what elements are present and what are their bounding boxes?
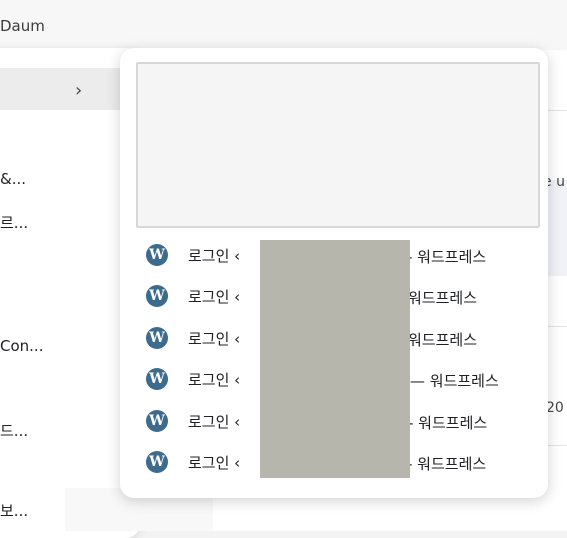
wordpress-icon: W: [146, 451, 168, 473]
submenu-item-suffix: - 워드프레스: [407, 455, 487, 473]
submenu-item-suffix: - 워드프레스: [407, 248, 487, 266]
context-menu: › &... 르... Con... 드... 보...: [0, 48, 140, 538]
wordpress-icon: W: [146, 285, 168, 307]
context-menu-item[interactable]: Con...: [0, 337, 43, 355]
submenu-item-label: 로그인 ‹: [188, 453, 241, 472]
context-menu-item[interactable]: 드...: [0, 420, 28, 441]
wordpress-icon: W: [146, 410, 168, 432]
submenu-item-suffix: — 워드프레스: [410, 372, 499, 390]
submenu-item-suffix: 워드프레스: [408, 289, 478, 307]
submenu-item-label: 로그인 ‹: [188, 370, 241, 389]
context-menu-item[interactable]: &...: [0, 170, 26, 188]
bookmark-daum[interactable]: Daum: [0, 17, 45, 35]
chevron-right-icon: ›: [75, 80, 83, 101]
submenu-item-label: 로그인 ‹: [188, 329, 241, 348]
submenu-item-label: 로그인 ‹: [188, 287, 241, 306]
submenu-item-suffix: - 워드프레스: [408, 414, 488, 432]
background-text: 20: [546, 400, 564, 416]
submenu: W 로그인 ‹ - 워드프레스 W 로그인 ‹ 워드프레스 W 로그인 ‹ 워드…: [120, 48, 548, 498]
wordpress-icon: W: [146, 244, 168, 266]
context-menu-item-highlighted[interactable]: [0, 68, 140, 110]
bookmarks-bar: Daum: [0, 0, 567, 50]
preview-thumbnail: [136, 62, 540, 228]
submenu-item-suffix: 워드프레스: [408, 331, 478, 349]
submenu-item-label: 로그인 ‹: [188, 412, 241, 431]
context-menu-item[interactable]: 보...: [0, 500, 28, 521]
wordpress-icon: W: [146, 368, 168, 390]
context-menu-item[interactable]: 르...: [0, 212, 28, 233]
submenu-item-label: 로그인 ‹: [188, 246, 241, 265]
wordpress-icon: W: [146, 327, 168, 349]
redaction-block: [260, 240, 410, 478]
